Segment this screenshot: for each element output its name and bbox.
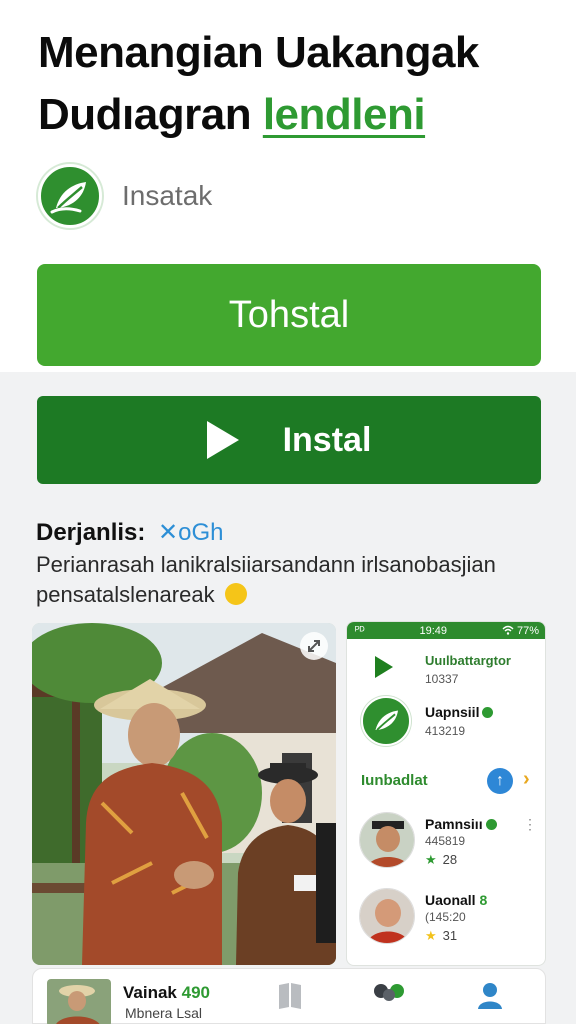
bar-thumbnail[interactable] (47, 979, 111, 1024)
bottom-bar: Vainak 490 Mbnera Lsal (32, 968, 546, 1024)
verified-icon (482, 707, 494, 718)
play-icon (206, 421, 239, 459)
status-signal: ᴾᴰ (355, 624, 365, 637)
description-tag[interactable]: ✕oGh (158, 519, 223, 546)
status-battery: 77% (502, 625, 539, 637)
user-row[interactable]: Pamnsiıı 445819 ★ 28 ⋮ (347, 808, 545, 878)
screenshot-photo[interactable] (32, 623, 336, 965)
install-button[interactable]: Instal (37, 396, 541, 484)
title-line2: Dudıagran (38, 90, 252, 139)
description-text: Perianrasah lanikralsiiarsandann irlsano… (36, 552, 496, 607)
section-title: Iunbadlat (361, 772, 428, 789)
wifi-icon (502, 625, 514, 635)
user1-name: Pamnsiıı (425, 816, 497, 832)
row1-subtitle: 10337 (425, 672, 459, 686)
user1-code: 445819 (425, 834, 466, 848)
status-time: 19:49 (419, 624, 447, 637)
app-name[interactable]: Insatak (122, 180, 212, 212)
avatar (359, 888, 415, 944)
play-icon (375, 656, 393, 678)
title-link[interactable]: lendleni (263, 90, 426, 139)
user1-rating: ★ 28 (425, 852, 458, 867)
row2-subtitle: 413219 (425, 724, 466, 738)
community-icon[interactable] (371, 981, 404, 1009)
list-item[interactable]: Uapnsiil 413219 (347, 696, 545, 758)
phone-mockup: ᴾᴰ 19:49 77% Uuılbattargtor 10337 Uapnsi… (346, 621, 546, 966)
header-section: Menangian Uakangak Dudıagran lendleni In… (0, 0, 576, 372)
more-icon[interactable]: ⋮ (523, 816, 537, 833)
bar-title: Vainak 490 (123, 983, 210, 1002)
page-title: Menangian Uakangak Dudıagran lendleni (38, 22, 558, 146)
verified-icon (485, 819, 497, 830)
user2-code: (145:20 (425, 910, 466, 924)
user2-name: Uaonall 8 (425, 892, 488, 908)
row1-title: Uuılbattargtor (425, 653, 511, 668)
title-line1: Menangian Uakangak (38, 28, 479, 77)
description-body: Perianrasah lanikralsiiarsandann irlsano… (36, 550, 556, 610)
expand-icon[interactable] (300, 632, 328, 660)
leaf-logo-icon (361, 696, 411, 746)
status-bar: ᴾᴰ 19:49 77% (347, 622, 545, 639)
app-identity: Insatak (38, 164, 212, 228)
list-item[interactable]: Uuılbattargtor 10337 (347, 644, 545, 694)
star-icon: ★ (425, 928, 437, 943)
up-arrow-icon[interactable]: ↑ (487, 768, 513, 794)
bar-subtitle: Mbnera Lsal (125, 1005, 203, 1021)
description-heading: Derjanlis: ✕oGh (36, 518, 224, 547)
user-row[interactable]: Uaonall 8 (145:20 ★ 31 (347, 884, 545, 954)
star-icon: ★ (425, 852, 437, 867)
leaf-logo-icon (38, 164, 102, 228)
row2-title: Uapnsiil (425, 704, 494, 720)
primary-button[interactable]: Tohstal (37, 264, 541, 366)
description-heading-text: Derjanlis: (36, 519, 146, 546)
avatar (359, 812, 415, 868)
install-label: Instal (282, 420, 372, 459)
profile-icon[interactable] (475, 981, 505, 1009)
chevron-right-icon[interactable]: › (523, 768, 530, 791)
section-header: Iunbadlat ↑ › (347, 762, 545, 802)
user2-rating: ★ 31 (425, 928, 458, 943)
book-icon[interactable] (275, 981, 305, 1009)
smile-emoji-icon (224, 583, 247, 605)
